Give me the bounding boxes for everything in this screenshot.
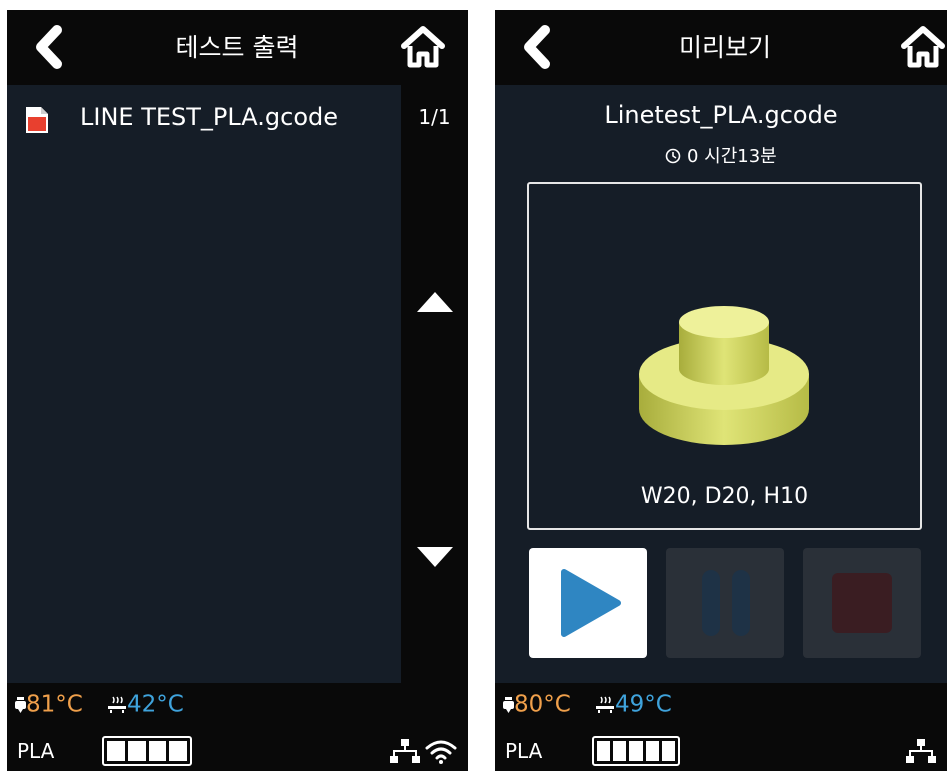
battery-segment	[613, 741, 627, 761]
nozzle-temp: 80°C	[503, 691, 571, 718]
pause-icon	[702, 570, 750, 636]
scroll-down-icon[interactable]	[415, 545, 455, 569]
material-label: PLA	[505, 739, 543, 763]
material-label: PLA	[17, 739, 55, 763]
network-icon	[390, 739, 420, 763]
stop-icon	[832, 573, 892, 633]
clock-icon	[665, 148, 681, 164]
nozzle-icon	[15, 696, 26, 713]
gcode-file-icon	[26, 107, 48, 133]
scroll-column: 1/1	[401, 85, 468, 683]
top-bar: 미리보기	[495, 10, 947, 85]
status-bar: 80°C 49°C PLA	[495, 683, 947, 771]
home-icon[interactable]	[400, 24, 446, 70]
battery-segment	[597, 741, 611, 761]
preview-screen: 미리보기 Linetest_PLA.gcode 0 시간13분 W20, D20…	[495, 10, 947, 771]
back-arrow-icon[interactable]	[513, 22, 563, 72]
battery-segment	[148, 741, 167, 761]
page-indicator: 1/1	[418, 105, 451, 129]
file-list-screen: 테스트 출력 LINE TEST_PLA.gcode 1/1 81°C 42°C…	[7, 10, 468, 771]
bed-temp: 42°C	[107, 691, 184, 718]
page-title: 미리보기	[678, 33, 771, 62]
network-icon	[906, 739, 936, 763]
play-icon	[561, 569, 621, 637]
battery-segment	[661, 741, 676, 761]
model-dimensions: W20, D20, H10	[640, 484, 809, 509]
play-button[interactable]	[529, 548, 647, 658]
file-list: LINE TEST_PLA.gcode	[7, 85, 401, 683]
battery-segment	[629, 741, 643, 761]
model-preview: W20, D20, H10	[527, 182, 922, 530]
page-title: 테스트 출력	[175, 33, 299, 62]
stop-button[interactable]	[803, 548, 921, 658]
nozzle-temp: 81°C	[15, 691, 83, 718]
battery-segment	[169, 741, 187, 761]
file-name: LINE TEST_PLA.gcode	[80, 103, 339, 131]
battery-indicator	[102, 736, 192, 766]
battery-segment	[127, 741, 146, 761]
print-time: 0 시간13분	[495, 142, 947, 168]
model-3d-icon	[639, 306, 809, 445]
home-icon[interactable]	[900, 24, 946, 70]
scroll-up-icon[interactable]	[415, 290, 455, 314]
battery-indicator	[592, 736, 680, 766]
pause-button[interactable]	[666, 548, 784, 658]
bed-temp: 49°C	[595, 691, 672, 718]
preview-panel: Linetest_PLA.gcode 0 시간13분 W20, D20, H10	[495, 85, 947, 683]
battery-segment	[107, 741, 125, 761]
battery-segment	[645, 741, 659, 761]
top-bar: 테스트 출력	[7, 10, 468, 85]
wifi-icon	[425, 740, 457, 764]
heated-bed-icon	[108, 696, 126, 713]
nozzle-icon	[503, 696, 514, 713]
heated-bed-icon	[596, 696, 614, 713]
status-bar: 81°C 42°C PLA	[7, 683, 468, 771]
list-item[interactable]: LINE TEST_PLA.gcode	[7, 85, 401, 153]
file-name: Linetest_PLA.gcode	[604, 101, 838, 129]
back-arrow-icon[interactable]	[25, 22, 75, 72]
